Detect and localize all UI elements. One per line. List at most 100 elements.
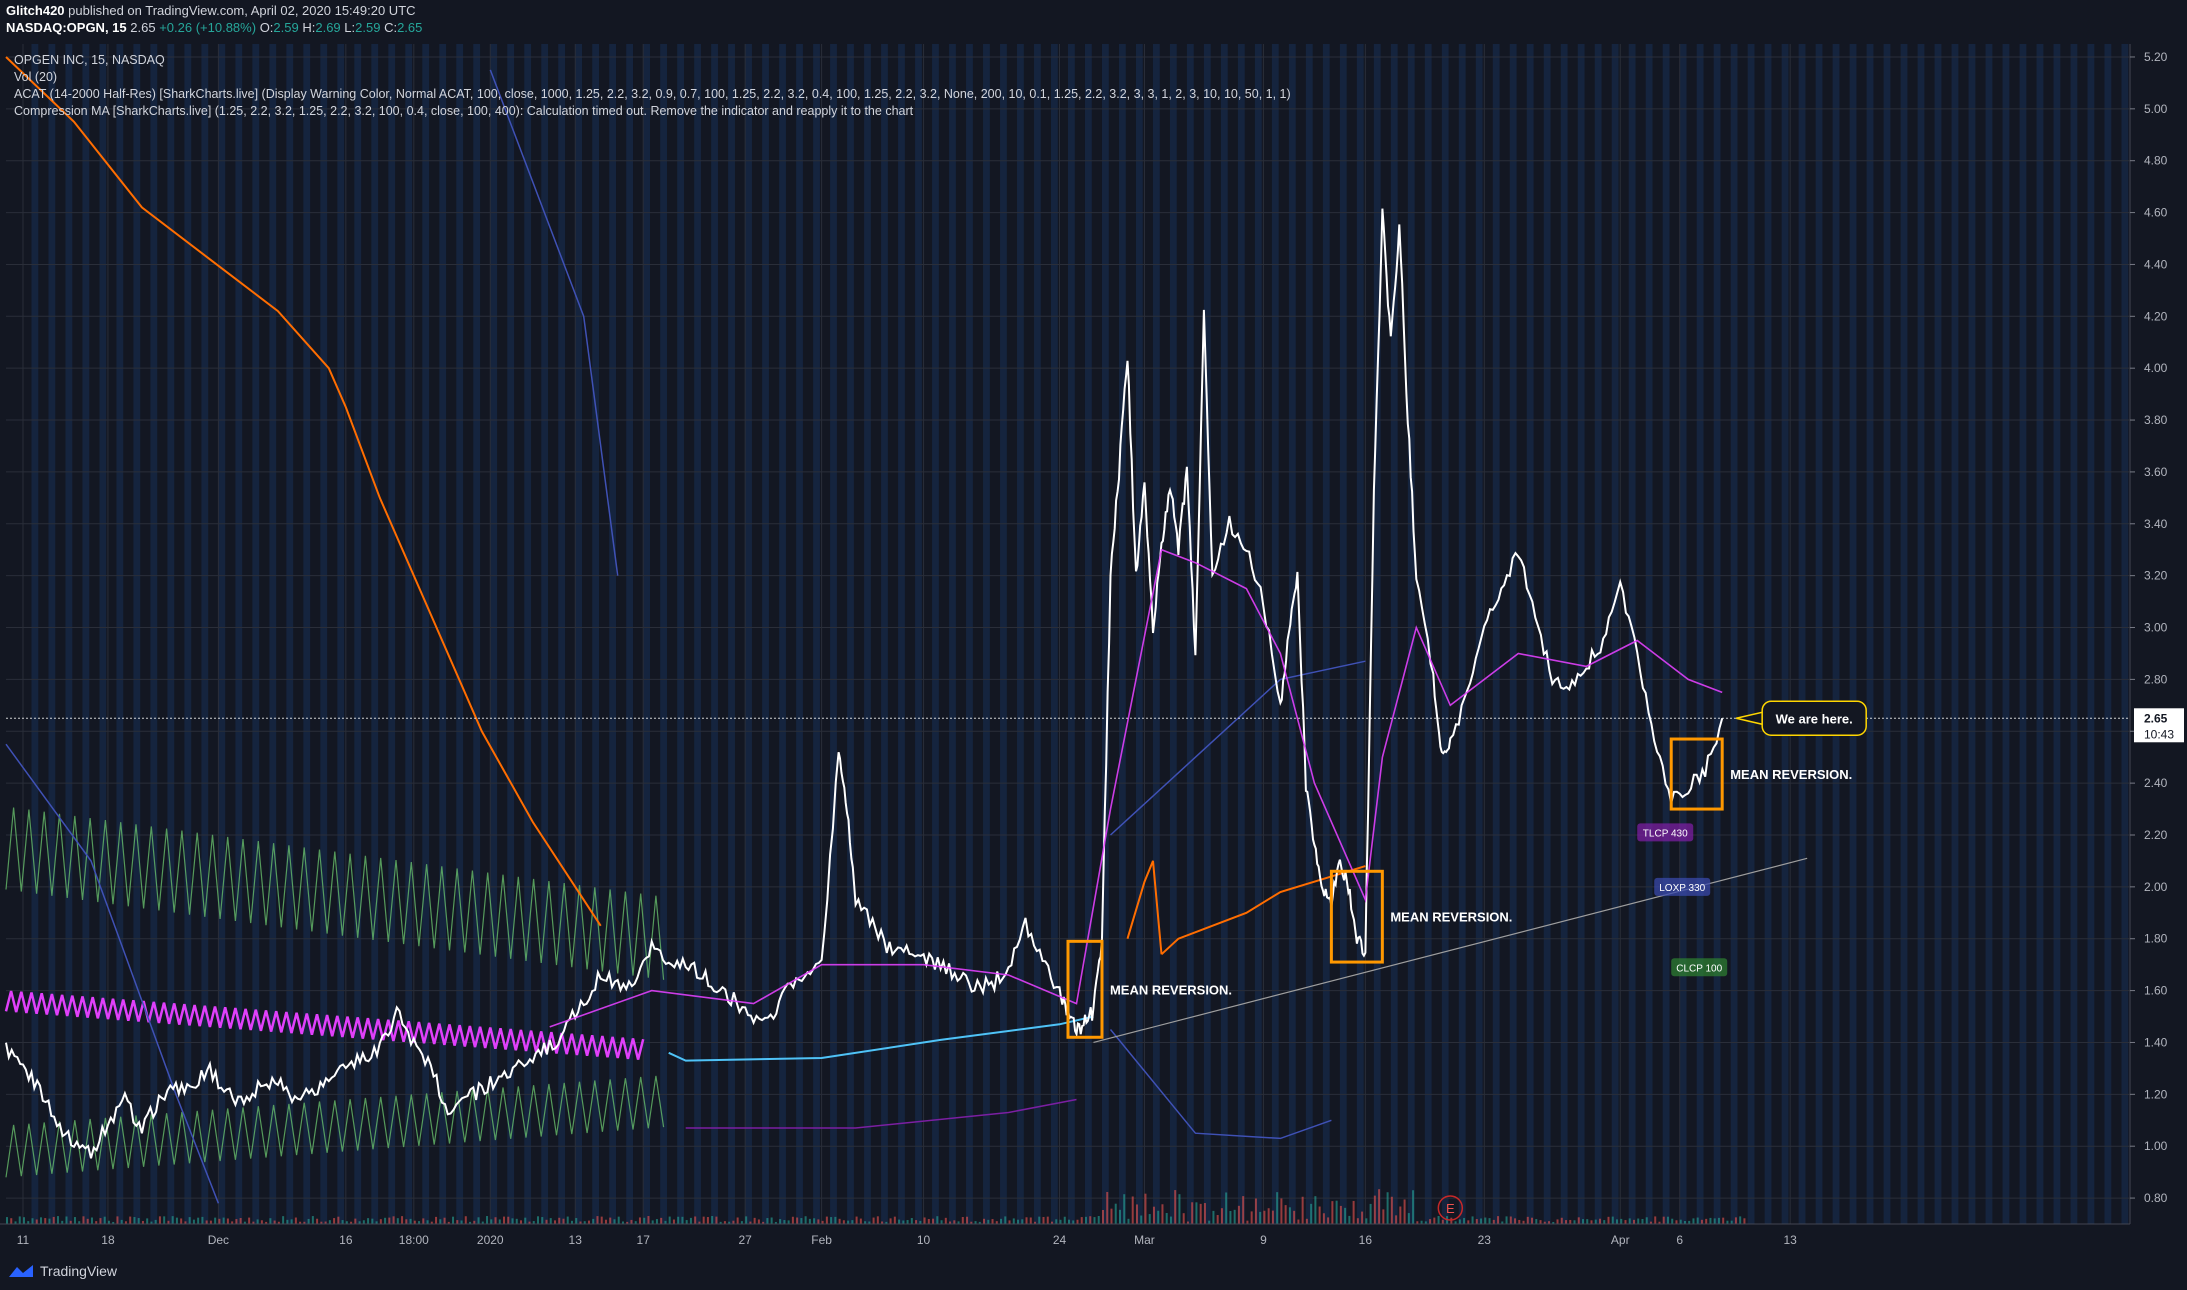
volume-bar (1008, 1220, 1011, 1224)
volume-bar (1297, 1219, 1300, 1224)
volume-bar (1216, 1215, 1219, 1224)
session-band (2070, 44, 2078, 1224)
volume-bar (1174, 1190, 1177, 1224)
volume-bar (1467, 1220, 1470, 1224)
volume-bar (256, 1219, 259, 1224)
session-band (133, 44, 141, 1224)
price-tick-label: 5.20 (2144, 50, 2168, 64)
volume-bar (1734, 1217, 1737, 1224)
session-band (728, 44, 735, 1224)
volume-bar (1271, 1210, 1274, 1224)
volume-bar (553, 1220, 556, 1224)
volume-bar (515, 1218, 518, 1224)
publisher-name[interactable]: Glitch420 (6, 3, 65, 18)
mean-reversion-label: MEAN REVERSION. (1730, 767, 1852, 782)
volume-bar (779, 1219, 782, 1224)
volume-bar (855, 1216, 858, 1224)
legend-acat[interactable]: ACAT (14-2000 Half-Res) [SharkCharts.liv… (14, 86, 1291, 103)
volume-bar (6, 1217, 8, 1224)
volume-bar (205, 1220, 208, 1224)
price-tick-label: 3.20 (2144, 569, 2168, 583)
session-band (1034, 44, 1041, 1224)
volume-bar (736, 1217, 739, 1224)
time-tick-label: 23 (1478, 1233, 1492, 1247)
volume-bar (222, 1217, 225, 1224)
time-tick-label: Dec (208, 1233, 229, 1247)
volume-bar (31, 1218, 34, 1224)
volume-bar (507, 1216, 510, 1224)
volume-bar (137, 1218, 140, 1224)
session-band (1900, 44, 1908, 1224)
volume-bar (1361, 1211, 1364, 1224)
price-tick-label: 1.00 (2144, 1139, 2168, 1153)
volume-bar (566, 1216, 569, 1224)
session-band (1237, 44, 1245, 1224)
volume-bar (1480, 1218, 1483, 1224)
published-text: published on TradingView.com, April 02, … (68, 3, 416, 18)
session-band (1526, 44, 1534, 1224)
volume-bar (1620, 1218, 1623, 1224)
volume-bar (1068, 1219, 1070, 1224)
session-band (966, 44, 973, 1224)
volume-bar (1140, 1215, 1143, 1224)
session-band (983, 44, 990, 1224)
session-band (235, 44, 243, 1224)
session-band (2053, 44, 2061, 1224)
volume-bar (22, 1217, 25, 1224)
session-band (1339, 44, 1347, 1224)
volume-bar (1280, 1198, 1283, 1224)
volume-bar (48, 1218, 51, 1224)
time-tick-label: 6 (1676, 1233, 1683, 1247)
volume-bar (1709, 1217, 1712, 1224)
volume-bar (1259, 1211, 1262, 1224)
volume-bar (422, 1218, 425, 1224)
session-band (1730, 44, 1738, 1224)
volume-bar (1080, 1217, 1083, 1224)
session-band (796, 44, 803, 1224)
volume-bar (1743, 1218, 1746, 1224)
volume-bar (1084, 1216, 1087, 1224)
volume-bar (1293, 1210, 1296, 1224)
session-band (1662, 44, 1670, 1224)
volume-bar (1072, 1220, 1075, 1224)
volume-bar (600, 1216, 603, 1224)
session-band (1220, 44, 1228, 1224)
volume-bar (1288, 1207, 1291, 1224)
session-band (405, 44, 413, 1224)
volume-bar (660, 1217, 663, 1224)
time-tick-label: 24 (1053, 1233, 1067, 1247)
volume-bar (90, 1217, 93, 1224)
volume-bar (1365, 1218, 1368, 1224)
volume-bar (511, 1218, 514, 1224)
session-band (150, 44, 158, 1224)
volume-bar (464, 1216, 467, 1224)
time-tick-label: 18:00 (399, 1233, 429, 1247)
session-band (1017, 44, 1024, 1224)
volume-bar (1157, 1210, 1160, 1224)
session-band (167, 44, 175, 1224)
volume-bar (1696, 1217, 1699, 1224)
volume-bar (1220, 1208, 1223, 1224)
session-band (269, 44, 277, 1224)
session-band (677, 44, 684, 1224)
volume-bar (1700, 1219, 1703, 1224)
price-chart[interactable]: MEAN REVERSION. MEAN REVERSION. MEAN REVER… (0, 44, 2187, 1252)
volume-bar (1611, 1216, 1614, 1224)
volume-bar (647, 1216, 650, 1224)
earnings-marker-label: E (1446, 1201, 1455, 1216)
volume-bar (1322, 1213, 1325, 1224)
volume-bar (1641, 1218, 1644, 1224)
volume-bar (520, 1220, 523, 1224)
volume-bar (10, 1218, 13, 1224)
session-band (1186, 44, 1194, 1224)
legend-volume[interactable]: Vol (20) (14, 69, 1291, 86)
tradingview-brand[interactable]: TradingView (8, 1263, 117, 1279)
legend-title[interactable]: OPGEN INC, 15, NASDAQ (14, 52, 1291, 69)
volume-bar (1582, 1219, 1585, 1224)
volume-bar (1603, 1220, 1606, 1224)
symbol-label[interactable]: NASDAQ:OPGN, 15 (6, 20, 127, 35)
legend-compression[interactable]: Compression MA [SharkCharts.live] (1.25,… (14, 103, 1291, 120)
session-band (949, 44, 956, 1224)
volume-bar (192, 1219, 195, 1224)
session-band (1458, 44, 1466, 1224)
